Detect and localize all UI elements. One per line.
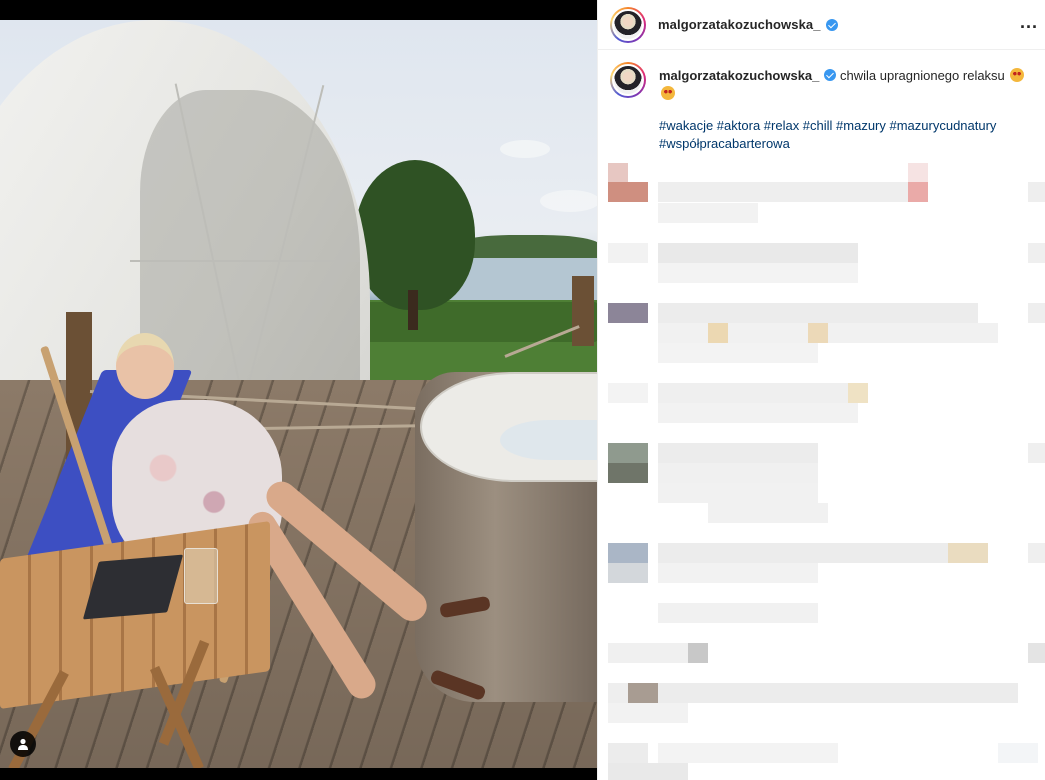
header-avatar[interactable] (610, 6, 646, 43)
pixelated-block (608, 743, 648, 763)
tree (355, 160, 475, 310)
pixelated-block (658, 463, 818, 483)
pixelated-block (658, 743, 838, 763)
pixelated-block (608, 163, 628, 183)
woman-head (116, 333, 174, 399)
rope-post (572, 276, 594, 346)
pixelated-block (658, 603, 818, 623)
pixelated-block (658, 483, 818, 503)
verified-badge-icon (825, 18, 838, 31)
pixelated-block (658, 383, 858, 403)
pixelated-block (1028, 443, 1045, 463)
pixelated-block (658, 343, 818, 363)
pixelated-block (1028, 182, 1045, 202)
heart-eyes-emoji-icon (1010, 68, 1025, 82)
pixelated-block (708, 503, 828, 523)
pixelated-block (908, 182, 928, 202)
pixelated-block (658, 263, 858, 283)
pixelated-block (608, 443, 648, 463)
pixelated-block (608, 303, 648, 323)
pixelated-block (608, 683, 628, 703)
pixelated-block (688, 643, 708, 663)
caption-avatar[interactable] (610, 62, 646, 98)
post-side-panel: malgorzatakozuchowska_ ... malgorzatakoz… (597, 0, 1045, 780)
hashtags[interactable]: #wakacje #aktora #relax #chill #mazury #… (659, 117, 1040, 153)
pixelated-block (658, 563, 818, 583)
pixelated-block (658, 243, 858, 263)
drinking-glass (184, 548, 218, 604)
person-icon (18, 738, 28, 750)
pixelated-block (608, 182, 648, 202)
pixelated-block (658, 543, 978, 563)
tree-trunk (408, 290, 418, 330)
pixelated-block (1028, 303, 1045, 323)
cloud (540, 190, 597, 212)
more-options-icon[interactable]: ... (1020, 12, 1038, 33)
hashtags-line[interactable]: #wakacje #aktora #relax #chill #mazury #… (659, 117, 1040, 135)
cloud (500, 140, 550, 158)
pixelated-block (608, 383, 648, 403)
hashtags-line[interactable]: #współpracabarterowa (659, 135, 1040, 153)
pixelated-block (658, 182, 918, 202)
post-photo-panel (0, 0, 597, 780)
pixelated-block (608, 463, 648, 483)
pixelated-block (948, 543, 988, 563)
avatar (612, 64, 644, 96)
pixelated-block (1028, 643, 1045, 663)
pixelated-block (608, 703, 688, 723)
pixelated-block (658, 683, 1018, 703)
heart-eyes-emoji-icon (661, 86, 675, 100)
pixelated-block (1028, 543, 1045, 563)
dome-strut (130, 260, 360, 262)
pixelated-block (708, 323, 728, 343)
pixelated-block (608, 543, 648, 563)
pixelated-block (808, 323, 828, 343)
pixelated-block (608, 563, 648, 583)
pixelated-block (908, 163, 928, 183)
pixelated-block (658, 403, 858, 423)
pixelated-block (658, 203, 758, 223)
verified-badge-icon (824, 69, 837, 81)
pixelated-block (608, 643, 688, 663)
pixelated-block (608, 763, 688, 780)
post-caption: malgorzatakozuchowska_ chwila upragnione… (610, 62, 1040, 153)
pixelated-block (658, 303, 978, 323)
caption-username[interactable]: malgorzatakozuchowska_ (659, 68, 819, 83)
post-photo[interactable] (0, 20, 597, 768)
caption-body: malgorzatakozuchowska_ chwila upragnione… (659, 62, 1040, 103)
header-username[interactable]: malgorzatakozuchowska_ (658, 17, 821, 32)
pixelated-block (1028, 243, 1045, 263)
pixelated-block (658, 443, 818, 463)
reeds (358, 302, 597, 342)
pixelated-block (998, 743, 1038, 763)
pixelated-block (848, 383, 868, 403)
avatar (612, 8, 644, 41)
hot-tub-water (500, 420, 597, 460)
post-header: malgorzatakozuchowska_ ... (598, 0, 1045, 50)
pixelated-block (608, 243, 648, 263)
caption-text: chwila upragnionego relaksu (840, 68, 1005, 83)
user-tag-icon[interactable] (10, 731, 36, 757)
